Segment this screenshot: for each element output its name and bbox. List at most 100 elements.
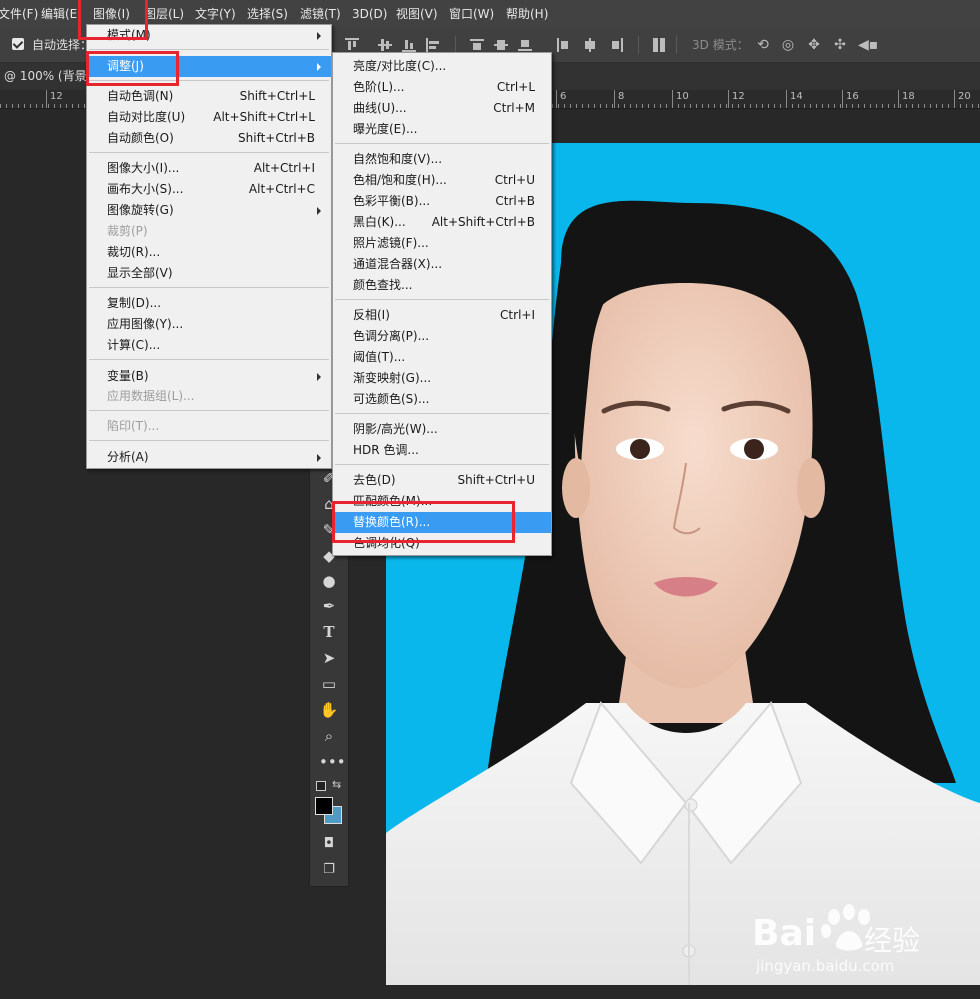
adjust-menu-item[interactable]: 渐变映射(G)... bbox=[333, 368, 551, 389]
menu-divider bbox=[335, 464, 549, 465]
auto-select-checkbox[interactable] bbox=[12, 38, 24, 50]
menu-view[interactable]: 视图(V) bbox=[396, 0, 438, 28]
separator bbox=[676, 36, 677, 54]
image-menu-item: 陷印(T)... bbox=[107, 419, 160, 433]
dodge-tool-icon[interactable]: ● bbox=[319, 571, 339, 591]
adjust-menu-item[interactable]: 通道混合器(X)... bbox=[333, 254, 551, 275]
distribute-top-icon[interactable] bbox=[470, 38, 484, 52]
ruler-major-tick bbox=[672, 90, 673, 108]
image-menu-item[interactable]: 分析(A) bbox=[87, 447, 331, 468]
adjust-menu-item[interactable]: 颜色查找... bbox=[333, 275, 551, 296]
adjust-menu-item[interactable]: 可选颜色(S)... bbox=[333, 389, 551, 410]
ruler-major-tick bbox=[786, 90, 787, 108]
menu-3d[interactable]: 3D(D) bbox=[352, 0, 387, 28]
hand-tool-icon[interactable]: ✋ bbox=[319, 700, 339, 720]
distribute-hcenter-icon[interactable] bbox=[583, 38, 597, 52]
ruler-label: 16 bbox=[846, 91, 859, 102]
distribute-left-icon[interactable] bbox=[556, 38, 570, 52]
image-menu-item[interactable]: 计算(C)... bbox=[87, 335, 331, 356]
swap-colors-icon[interactable]: ⇆ bbox=[332, 778, 341, 791]
submenu-arrow-icon bbox=[317, 63, 321, 71]
image-menu-item-adjustments[interactable]: 调整(J) bbox=[87, 56, 331, 77]
adjust-menu-item[interactable]: 色相/饱和度(H)... Ctrl+U bbox=[333, 170, 551, 191]
image-menu-item[interactable]: 模式(M) bbox=[87, 25, 331, 46]
menu-divider bbox=[89, 49, 329, 50]
default-colors-icon[interactable] bbox=[316, 781, 326, 791]
image-menu-item[interactable]: 图像旋转(G) bbox=[87, 200, 331, 221]
more-tools-icon[interactable]: ••• bbox=[319, 752, 346, 772]
submenu-arrow-icon bbox=[317, 32, 321, 40]
distribute-right-icon[interactable] bbox=[610, 38, 624, 52]
adjust-menu-item[interactable]: 曝光度(E)... bbox=[333, 119, 551, 140]
adjust-menu-item[interactable]: 阴影/高光(W)... bbox=[333, 419, 551, 440]
ruler-major-tick bbox=[842, 90, 843, 108]
ruler-label: 14 bbox=[790, 91, 803, 102]
menu-help[interactable]: 帮助(H) bbox=[506, 0, 548, 28]
image-menu-item[interactable]: 显示全部(V) bbox=[87, 263, 331, 284]
pen-tool-icon[interactable]: ✒ bbox=[319, 596, 339, 616]
adjust-menu-item[interactable]: 照片滤镜(F)... bbox=[333, 233, 551, 254]
adjust-menu-item[interactable]: 曲线(U)... Ctrl+M bbox=[333, 98, 551, 119]
image-menu-item[interactable]: 裁切(R)... bbox=[87, 242, 331, 263]
3d-pan-icon[interactable]: ✥ bbox=[806, 37, 822, 53]
adjust-menu-item[interactable]: 色阶(L)... Ctrl+L bbox=[333, 77, 551, 98]
path-selection-tool-icon[interactable]: ➤ bbox=[319, 648, 339, 668]
adjust-menu-item[interactable]: 色彩平衡(B)... Ctrl+B bbox=[333, 191, 551, 212]
document-tab[interactable]: @ 100% (背景 bbox=[0, 63, 87, 90]
align-top-icon[interactable] bbox=[345, 38, 359, 52]
rectangle-tool-icon[interactable]: ▭ bbox=[319, 674, 339, 694]
align-bottom-icon[interactable] bbox=[402, 38, 416, 52]
3d-orbit-icon[interactable]: ⟲ bbox=[755, 37, 771, 53]
align-left-icon[interactable] bbox=[426, 38, 440, 52]
ruler-label: 8 bbox=[618, 91, 625, 102]
adjust-menu-item[interactable]: 亮度/对比度(C)... bbox=[333, 56, 551, 77]
ruler-major-tick bbox=[898, 90, 899, 108]
adjust-menu-item[interactable]: 匹配颜色(M)... bbox=[333, 491, 551, 512]
image-menu-dropdown: 模式(M) 调整(J) 自动色调(N) Shift+Ctrl+L 自动对比度(U)… bbox=[86, 24, 332, 469]
menu-edit[interactable]: 编辑(E) bbox=[41, 0, 82, 28]
adjust-menu-item-replace-color[interactable]: 替换颜色(R)... bbox=[333, 512, 551, 533]
adjust-menu-item[interactable]: 自然饱和度(V)... bbox=[333, 149, 551, 170]
ruler-major-tick bbox=[954, 90, 955, 108]
3d-mode-label: 3D 模式： bbox=[692, 38, 749, 52]
adjust-menu-item[interactable]: 去色(D) Shift+Ctrl+U bbox=[333, 470, 551, 491]
adjust-menu-item[interactable]: 阈值(T)... bbox=[333, 347, 551, 368]
menu-window[interactable]: 窗口(W) bbox=[449, 0, 494, 28]
foreground-color-swatch[interactable] bbox=[315, 797, 333, 815]
image-menu-item[interactable]: 变量(B) bbox=[87, 366, 331, 387]
align-vcenter-icon[interactable] bbox=[378, 38, 392, 52]
adjust-menu-item[interactable]: HDR 色调... bbox=[333, 440, 551, 461]
image-menu-item[interactable]: 自动对比度(U) Alt+Shift+Ctrl+L bbox=[87, 107, 331, 128]
submenu-arrow-icon bbox=[317, 454, 321, 462]
adjust-menu-item[interactable]: 色调分离(P)... bbox=[333, 326, 551, 347]
type-tool-icon[interactable]: T bbox=[319, 622, 339, 642]
ruler-major-tick bbox=[46, 90, 47, 108]
adjust-menu-item[interactable]: 色调均化(Q) bbox=[333, 533, 551, 554]
ruler-label: 10 bbox=[676, 91, 689, 102]
distribute-bottom-icon[interactable] bbox=[518, 38, 532, 52]
auto-select-label: 自动选择： bbox=[32, 38, 93, 52]
3d-roll-icon[interactable]: ◎ bbox=[780, 37, 796, 53]
zoom-tool-icon[interactable]: ⌕ bbox=[319, 726, 339, 746]
image-menu-item[interactable]: 自动色调(N) Shift+Ctrl+L bbox=[87, 86, 331, 107]
3d-slide-icon[interactable]: ✣ bbox=[832, 37, 848, 53]
adjust-menu-item[interactable]: 反相(I) Ctrl+I bbox=[333, 305, 551, 326]
image-menu-item: 应用数据组(L)... bbox=[107, 389, 195, 403]
quick-mask-icon[interactable]: ◘ bbox=[319, 834, 339, 854]
ruler-major-tick bbox=[556, 90, 557, 108]
menu-divider bbox=[335, 413, 549, 414]
ruler-label: 20 bbox=[958, 91, 971, 102]
auto-align-icon[interactable] bbox=[653, 38, 667, 52]
ruler-major-tick bbox=[614, 90, 615, 108]
image-menu-item[interactable]: 画布大小(S)... Alt+Ctrl+C bbox=[87, 179, 331, 200]
distribute-vcenter-icon[interactable] bbox=[494, 38, 508, 52]
image-menu-item[interactable]: 复制(D)... bbox=[87, 293, 331, 314]
image-menu-item[interactable]: 图像大小(I)... Alt+Ctrl+I bbox=[87, 158, 331, 179]
image-menu-item[interactable]: 自动颜色(O) Shift+Ctrl+B bbox=[87, 128, 331, 149]
adjust-menu-item[interactable]: 黑白(K)... Alt+Shift+Ctrl+B bbox=[333, 212, 551, 233]
3d-camera-icon[interactable]: ◀▪ bbox=[858, 37, 878, 53]
ruler-label: 12 bbox=[50, 91, 63, 102]
menu-file[interactable]: 文件(F) bbox=[0, 0, 38, 28]
screen-mode-icon[interactable]: ❐ bbox=[319, 860, 339, 880]
image-menu-item[interactable]: 应用图像(Y)... bbox=[87, 314, 331, 335]
